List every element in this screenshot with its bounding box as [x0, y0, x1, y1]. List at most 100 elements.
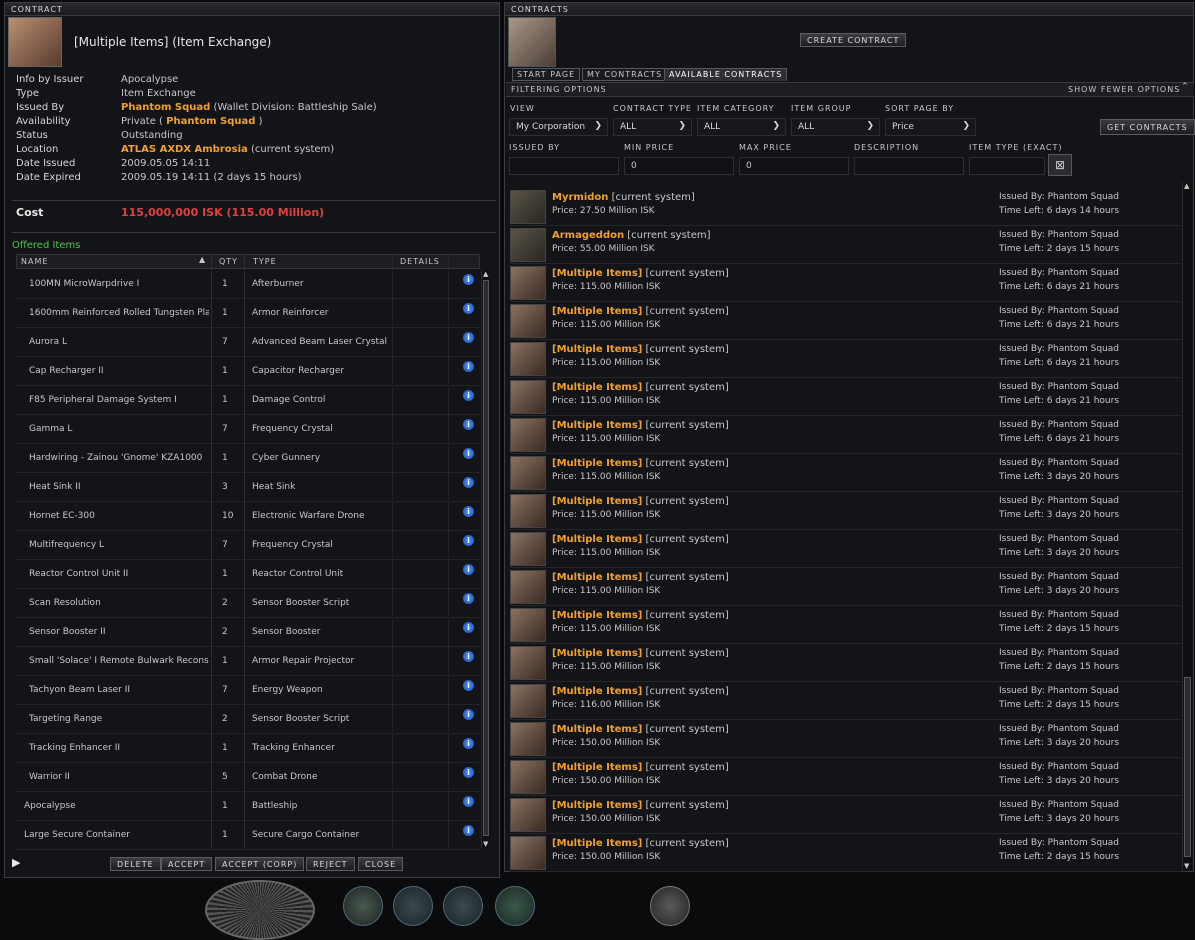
- contract-row[interactable]: [Multiple Items] [current system] Price: …: [510, 530, 1181, 568]
- tab-start-page[interactable]: START PAGE: [512, 68, 581, 81]
- show-fewer-options-link[interactable]: SHOW FEWER OPTIONS: [1068, 85, 1180, 94]
- info-icon[interactable]: i: [463, 274, 474, 285]
- contract-row[interactable]: [Multiple Items] [current system] Price: …: [510, 644, 1181, 682]
- issued-by-input[interactable]: [509, 157, 619, 175]
- info-icon[interactable]: i: [463, 767, 474, 778]
- contract-title[interactable]: Myrmidon: [552, 192, 608, 203]
- accept-corp-button[interactable]: ACCEPT (CORP): [215, 857, 305, 871]
- contract-row[interactable]: Myrmidon [current system] Price: 27.50 Mi…: [510, 188, 1181, 226]
- info-icon[interactable]: i: [463, 361, 474, 372]
- contract-title[interactable]: [Multiple Items]: [552, 572, 642, 583]
- scroll-up-icon[interactable]: ▲: [483, 270, 488, 278]
- item-row[interactable]: Scan Resolution 2 Sensor Booster Script i: [16, 589, 480, 618]
- info-icon[interactable]: i: [463, 448, 474, 459]
- contract-title[interactable]: [Multiple Items]: [552, 838, 642, 849]
- contract-title[interactable]: [Multiple Items]: [552, 610, 642, 621]
- hud-module-icon[interactable]: [393, 886, 433, 926]
- item-category-select[interactable]: ALL ❯: [697, 118, 786, 136]
- min-price-input[interactable]: 0: [624, 157, 734, 175]
- item-row[interactable]: F85 Peripheral Damage System I 1 Damage Co…: [16, 386, 480, 415]
- contract-title[interactable]: [Multiple Items]: [552, 762, 642, 773]
- contract-title[interactable]: [Multiple Items]: [552, 420, 642, 431]
- contract-row[interactable]: [Multiple Items] [current system] Price: …: [510, 834, 1181, 872]
- item-row[interactable]: Reactor Control Unit II 1 Reactor Control …: [16, 560, 480, 589]
- contract-row[interactable]: [Multiple Items] [current system] Price: …: [510, 682, 1181, 720]
- sort-page-by-select[interactable]: Price ❯: [885, 118, 976, 136]
- max-price-input[interactable]: 0: [739, 157, 849, 175]
- item-row[interactable]: Hardwiring - Zainou 'Gnome' KZA1000 1 Cybe…: [16, 444, 480, 473]
- info-icon[interactable]: i: [463, 651, 474, 662]
- item-row[interactable]: Tachyon Beam Laser II 7 Energy Weapon i: [16, 676, 480, 705]
- item-row[interactable]: Large Secure Container 1 Secure Cargo Cont…: [16, 821, 480, 850]
- info-value-text[interactable]: Phantom Squad: [121, 102, 210, 113]
- delete-button[interactable]: DELETE: [110, 857, 161, 871]
- get-contracts-button[interactable]: GET CONTRACTS: [1100, 119, 1195, 135]
- item-row[interactable]: Heat Sink II 3 Heat Sink i: [16, 473, 480, 502]
- contract-type-select[interactable]: ALL ❯: [613, 118, 692, 136]
- info-icon[interactable]: i: [463, 796, 474, 807]
- contracts-scrollbar[interactable]: ▲ ▼: [1182, 182, 1192, 870]
- item-row[interactable]: Aurora L 7 Advanced Beam Laser Crystal i: [16, 328, 480, 357]
- contract-row[interactable]: [Multiple Items] [current system] Price: …: [510, 416, 1181, 454]
- item-row[interactable]: 100MN MicroWarpdrive I 1 Afterburner i: [16, 270, 480, 299]
- close-button[interactable]: CLOSE: [358, 857, 404, 871]
- contract-row[interactable]: [Multiple Items] [current system] Price: …: [510, 454, 1181, 492]
- item-row[interactable]: 1600mm Reinforced Rolled Tungsten Pla 1 Ar…: [16, 299, 480, 328]
- item-row[interactable]: Tracking Enhancer II 1 Tracking Enhancer i: [16, 734, 480, 763]
- info-icon[interactable]: i: [463, 390, 474, 401]
- item-row[interactable]: Cap Recharger II 1 Capacitor Recharger i: [16, 357, 480, 386]
- view-select[interactable]: My Corporation ❯: [509, 118, 608, 136]
- contract-title[interactable]: [Multiple Items]: [552, 686, 642, 697]
- info-icon[interactable]: i: [463, 303, 474, 314]
- contract-row[interactable]: [Multiple Items] [current system] Price: …: [510, 606, 1181, 644]
- item-row[interactable]: Apocalypse 1 Battleship i: [16, 792, 480, 821]
- item-row[interactable]: Sensor Booster II 2 Sensor Booster i: [16, 618, 480, 647]
- items-scrollbar[interactable]: ▲ ▼: [481, 270, 490, 848]
- info-icon[interactable]: i: [463, 535, 474, 546]
- item-type-input[interactable]: [969, 157, 1045, 175]
- contract-row[interactable]: [Multiple Items] [current system] Price: …: [510, 492, 1181, 530]
- info-value-text[interactable]: ATLAS AXDX Ambrosia: [121, 144, 248, 155]
- info-icon[interactable]: i: [463, 593, 474, 604]
- info-icon[interactable]: i: [463, 738, 474, 749]
- tab-my-contracts[interactable]: MY CONTRACTS: [582, 68, 668, 81]
- items-scroll-thumb[interactable]: [483, 280, 489, 836]
- contract-row[interactable]: Armageddon [current system] Price: 55.00 …: [510, 226, 1181, 264]
- info-icon[interactable]: i: [463, 825, 474, 836]
- contract-row[interactable]: [Multiple Items] [current system] Price: …: [510, 378, 1181, 416]
- info-icon[interactable]: i: [463, 506, 474, 517]
- contract-title[interactable]: [Multiple Items]: [552, 344, 642, 355]
- contract-row[interactable]: [Multiple Items] [current system] Price: …: [510, 796, 1181, 834]
- accept-button[interactable]: ACCEPT: [161, 857, 213, 871]
- info-icon[interactable]: i: [463, 622, 474, 633]
- expand-arrow-icon[interactable]: ▶: [12, 856, 20, 869]
- item-group-select[interactable]: ALL ❯: [791, 118, 880, 136]
- hud-module-icon[interactable]: [495, 886, 535, 926]
- item-row[interactable]: Targeting Range 2 Sensor Booster Script i: [16, 705, 480, 734]
- contract-title[interactable]: [Multiple Items]: [552, 534, 642, 545]
- description-input[interactable]: [854, 157, 964, 175]
- scroll-down-icon[interactable]: ▼: [483, 840, 488, 848]
- contract-row[interactable]: [Multiple Items] [current system] Price: …: [510, 568, 1181, 606]
- info-icon[interactable]: i: [463, 709, 474, 720]
- item-row[interactable]: Multifrequency L 7 Frequency Crystal i: [16, 531, 480, 560]
- item-row[interactable]: Hornet EC-300 10 Electronic Warfare Drone i: [16, 502, 480, 531]
- info-icon[interactable]: i: [463, 680, 474, 691]
- item-row[interactable]: Gamma L 7 Frequency Crystal i: [16, 415, 480, 444]
- contract-row[interactable]: [Multiple Items] [current system] Price: …: [510, 758, 1181, 796]
- contract-title[interactable]: [Multiple Items]: [552, 268, 642, 279]
- chevron-up-icon[interactable]: ⌃: [1181, 82, 1189, 92]
- contract-title[interactable]: [Multiple Items]: [552, 648, 642, 659]
- contract-title[interactable]: [Multiple Items]: [552, 724, 642, 735]
- info-icon[interactable]: i: [463, 332, 474, 343]
- browse-icon[interactable]: ⊠: [1048, 154, 1072, 176]
- item-row[interactable]: Warrior II 5 Combat Drone i: [16, 763, 480, 792]
- info-highlight[interactable]: Phantom Squad: [166, 116, 255, 127]
- contract-title[interactable]: [Multiple Items]: [552, 458, 642, 469]
- create-contract-button[interactable]: CREATE CONTRACT: [800, 33, 907, 47]
- info-icon[interactable]: i: [463, 564, 474, 575]
- item-row[interactable]: Small 'Solace' I Remote Bulwark Recons 1 A…: [16, 647, 480, 676]
- hud-module-icon[interactable]: [443, 886, 483, 926]
- contracts-scroll-thumb[interactable]: [1184, 677, 1191, 857]
- contract-row[interactable]: [Multiple Items] [current system] Price: …: [510, 302, 1181, 340]
